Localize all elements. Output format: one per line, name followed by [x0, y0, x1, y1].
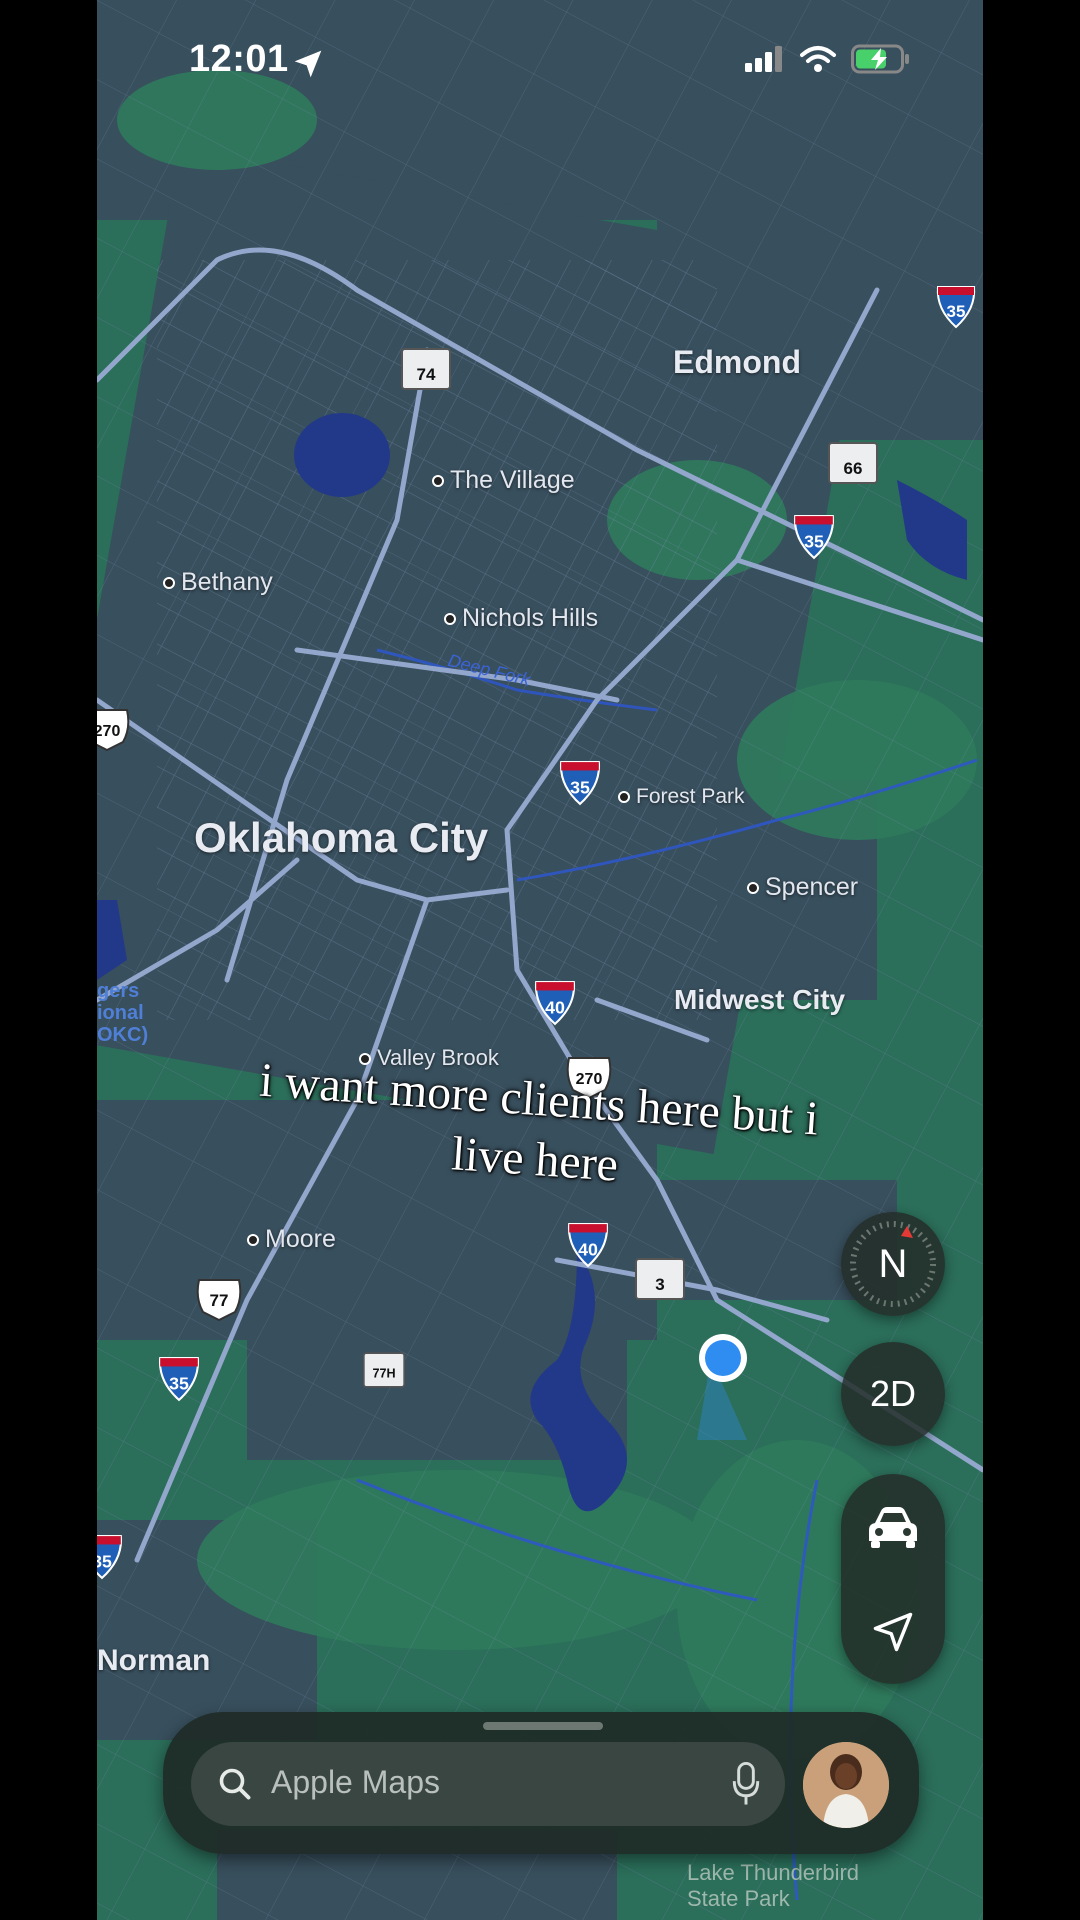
town-name: Moore — [265, 1225, 336, 1253]
bottom-sheet[interactable]: Apple Maps — [163, 1712, 919, 1854]
lake-label: Lake Thunderbird State Park — [687, 1860, 859, 1912]
shield-number: 66 — [844, 459, 863, 478]
search-icon — [219, 1768, 251, 1800]
us-shield-77: 77 — [196, 1279, 242, 1322]
sheet-grabber[interactable] — [483, 1722, 603, 1730]
town-label-the-village[interactable]: The Village — [432, 466, 575, 495]
town-name: Forest Park — [636, 785, 745, 808]
shield-number: 35 — [947, 302, 966, 321]
interstate-shield-i35: 35 — [158, 1357, 200, 1402]
city-label-midwest-city[interactable]: Midwest City — [674, 984, 845, 1016]
compass-button[interactable]: N — [841, 1212, 945, 1316]
interstate-shield-i35-partial: 35 — [97, 1535, 123, 1580]
car-icon — [869, 1506, 917, 1548]
interstate-shield-i35: 35 — [559, 761, 601, 806]
partial-label: gers ional OKC) — [97, 980, 148, 1046]
shield-number: 40 — [545, 997, 565, 1017]
city-label-norman[interactable]: Norman — [97, 1644, 210, 1678]
shield-number: 77H — [372, 1367, 395, 1381]
town-name: Spencer — [765, 873, 859, 901]
town-name: Nichols Hills — [462, 604, 599, 632]
shield-number: 35 — [570, 777, 590, 797]
shield-number: 35 — [169, 1373, 189, 1393]
town-label-forest-park[interactable]: Forest Park — [618, 785, 745, 809]
state-shield-77h: 77H — [363, 1352, 405, 1388]
track-location-button[interactable] — [841, 1579, 945, 1684]
partial-label-line: OKC) — [97, 1024, 149, 1046]
location-arrow-icon — [873, 1612, 913, 1651]
wifi-icon — [800, 46, 836, 72]
interstate-shield-i35: 35 — [793, 515, 835, 560]
shield-number: 3 — [655, 1275, 664, 1294]
avatar[interactable] — [803, 1742, 889, 1828]
city-label-edmond[interactable]: Edmond — [673, 344, 801, 381]
transport-mode-button[interactable] — [841, 1474, 945, 1579]
location-arrow-icon — [294, 50, 322, 78]
shield-number: 35 — [97, 1551, 112, 1571]
town-label-moore[interactable]: Moore — [247, 1225, 336, 1254]
partial-label-line: gers — [97, 980, 140, 1002]
town-name: The Village — [450, 466, 575, 494]
phone-screen: 12:01 Edmond Oklahoma City Norman Midwes… — [97, 0, 983, 1920]
interstate-shield-i35: 35 — [936, 286, 976, 329]
town-label-spencer[interactable]: Spencer — [747, 873, 858, 902]
town-label-bethany[interactable]: Bethany — [163, 568, 273, 597]
shield-number: 77 — [210, 1291, 229, 1310]
status-time: 12:01 — [189, 38, 289, 80]
town-label-nichols-hills[interactable]: Nichols Hills — [444, 604, 598, 633]
state-shield-3: 3 — [635, 1258, 685, 1300]
state-shield-74: 74 — [401, 348, 451, 390]
shield-number: 270 — [97, 723, 120, 740]
compass-label: N — [878, 1241, 908, 1286]
shield-number: 35 — [804, 531, 824, 551]
status-icons — [745, 44, 911, 74]
state-shield-66: 66 — [828, 442, 878, 484]
us-shield-270-partial: 270 — [97, 709, 130, 752]
search-bar[interactable]: Apple Maps — [191, 1742, 785, 1826]
town-name: Bethany — [181, 568, 273, 596]
map-controls-stack — [841, 1474, 945, 1684]
shield-number: 40 — [578, 1239, 598, 1259]
microphone-icon[interactable] — [731, 1762, 761, 1806]
lake-label-line: Lake Thunderbird — [687, 1860, 860, 1885]
interstate-shield-i40: 40 — [567, 1223, 609, 1268]
cellular-signal-icon — [745, 46, 782, 72]
shield-number: 74 — [417, 365, 436, 384]
view-mode-2d-button[interactable]: 2D — [841, 1342, 945, 1446]
profile-photo — [803, 1742, 889, 1828]
partial-label-line: ional — [97, 1002, 144, 1024]
lake-label-line: State Park — [687, 1886, 790, 1911]
interstate-shield-i40: 40 — [534, 981, 576, 1026]
city-label-oklahoma-city[interactable]: Oklahoma City — [194, 814, 488, 862]
search-input[interactable]: Apple Maps — [271, 1764, 440, 1801]
view-mode-label: 2D — [869, 1373, 917, 1414]
battery-charging-icon — [851, 44, 909, 74]
